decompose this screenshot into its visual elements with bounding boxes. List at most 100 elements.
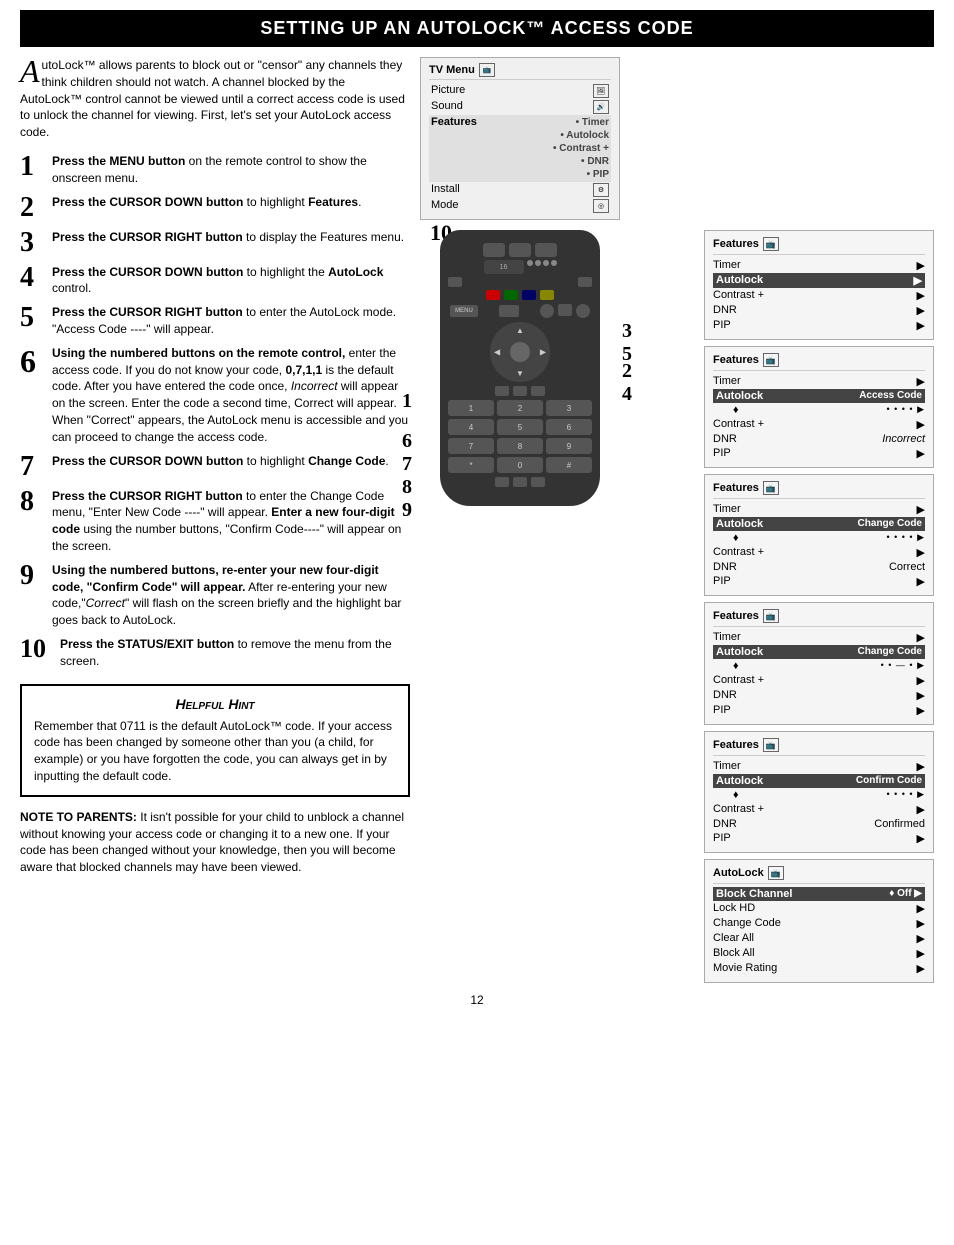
- remote-step-35: 35: [622, 320, 632, 366]
- tv-menu-area: TV Menu 📺 Picture 🖼 Sound 🔊 Features • T…: [420, 57, 934, 225]
- intro-text: A utoLock™ allows parents to block out o…: [20, 57, 410, 141]
- note-text: NOTE TO PARENTS: It isn't possible for y…: [20, 809, 410, 876]
- hint-title: Helpful Hint: [34, 696, 396, 712]
- panel-3-row-timer: Timer▶: [713, 502, 925, 517]
- remote-display: 16: [484, 260, 524, 274]
- remote-color-btns: [448, 290, 592, 300]
- panel-5-row-pip: PIP▶: [713, 831, 925, 846]
- panel-4-icon: 📺: [763, 609, 779, 623]
- bottom-btn-3: [531, 477, 545, 487]
- btn-green: [504, 290, 518, 300]
- bottom-btn-1: [495, 477, 509, 487]
- panel-2-row-timer: Timer▶: [713, 374, 925, 389]
- panel-6-row-movierating: Movie Rating▶: [713, 961, 925, 976]
- step-1: 1 Press the MENU button on the remote co…: [20, 153, 410, 187]
- panel-5-row-timer: Timer▶: [713, 759, 925, 774]
- vol-down: [576, 304, 590, 318]
- tv-row-sound: Sound 🔊: [429, 99, 611, 115]
- tv-row-picture: Picture 🖼: [429, 83, 611, 99]
- remote-step-6789: 6789: [402, 430, 412, 522]
- remote-wrapper: 1 0 16: [420, 230, 620, 506]
- panel-2-icon: 📺: [763, 353, 779, 367]
- step-text-9: Using the numbered buttons, re-enter you…: [52, 562, 410, 629]
- vol-up: [540, 304, 554, 318]
- tv-row-mode: Mode ◎: [429, 198, 611, 214]
- step-text-3: Press the CURSOR RIGHT button to display…: [52, 229, 410, 246]
- step-text-5: Press the CURSOR RIGHT button to enter t…: [52, 304, 410, 338]
- step-7: 7 Press the CURSOR DOWN button to highli…: [20, 453, 410, 481]
- btn-blue: [522, 290, 536, 300]
- nav-down: ▼: [516, 369, 524, 378]
- panel-6-title: AutoLock 📺: [713, 866, 925, 884]
- tv-menu-label: TV Menu: [429, 64, 475, 76]
- page-num-value: 12: [470, 993, 483, 1007]
- panel-features-1: Features 📺 Timer▶ Autolock▶ Contrast +▶ …: [704, 230, 934, 340]
- num-7: 7: [448, 438, 494, 454]
- mode-icon: ◎: [593, 199, 609, 213]
- step-num-3: 3: [20, 229, 52, 257]
- panel-2-row-autolock: Autolock Access Code: [713, 389, 925, 403]
- tv-row-install: Install ⚙: [429, 182, 611, 198]
- hint-box: Helpful Hint Remember that 0711 is the d…: [20, 684, 410, 797]
- step-4: 4 Press the CURSOR DOWN button to highli…: [20, 264, 410, 298]
- page-title: Setting Up an AutoLock™ Access Code: [20, 10, 934, 47]
- remote-menu-row: MENU: [450, 304, 590, 318]
- btn-yellow: [540, 290, 554, 300]
- step-text-4: Press the CURSOR DOWN button to highligh…: [52, 264, 410, 298]
- panel-3-row-code: ♦ • • • • ▶: [713, 531, 925, 545]
- panel-3-row-autolock: Autolock Change Code: [713, 517, 925, 531]
- panel-5-row-autolock: Autolock Confirm Code: [713, 774, 925, 788]
- remote-btn-3: [535, 243, 557, 257]
- panel-4-title: Features 📺: [713, 609, 925, 627]
- step-text-6: Using the numbered buttons on the remote…: [52, 345, 410, 446]
- step-num-1: 1: [20, 153, 52, 181]
- remote-bottom-btns: [448, 477, 592, 487]
- step-num-4: 4: [20, 264, 52, 292]
- panel-3-row-contrast: Contrast +▶: [713, 545, 925, 560]
- panel-6-row-clearall: Clear All▶: [713, 931, 925, 946]
- step-num-8: 8: [20, 488, 52, 516]
- steps-container: 1 Press the MENU button on the remote co…: [20, 153, 410, 670]
- dot2: [535, 260, 541, 266]
- panel-features-4: Features 📺 Timer▶ Autolock Change Code ♦…: [704, 602, 934, 725]
- install-icon: ⚙: [593, 183, 609, 197]
- num-4: 4: [448, 419, 494, 435]
- vol-btns: [540, 304, 590, 318]
- tv-menu-box: TV Menu 📺 Picture 🖼 Sound 🔊 Features • T…: [420, 57, 620, 220]
- step-10: 10 Press the STATUS/EXIT button to remov…: [20, 636, 410, 670]
- remote-numpad: 1 2 3 4 5 6 7 8 9 * 0 #: [448, 400, 592, 473]
- dot4: [551, 260, 557, 266]
- panel-4-row-pip: PIP▶: [713, 703, 925, 718]
- step-text-7: Press the CURSOR DOWN button to highligh…: [52, 453, 410, 470]
- picture-icon: 🖼: [593, 84, 609, 98]
- nav-left: ◀: [494, 348, 500, 357]
- step-8: 8 Press the CURSOR RIGHT button to enter…: [20, 488, 410, 555]
- right-column: TV Menu 📺 Picture 🖼 Sound 🔊 Features • T…: [420, 57, 934, 983]
- step-num-6: 6: [20, 345, 52, 377]
- remote-nav: ▲ ▼ ◀ ▶: [490, 322, 550, 382]
- panel-features-5: Features 📺 Timer▶ Autolock Confirm Code …: [704, 731, 934, 853]
- step-num-10: 10: [20, 636, 60, 662]
- panel-2-title: Features 📺: [713, 353, 925, 371]
- ok-btn: [499, 305, 519, 317]
- panel-5-row-contrast: Contrast +▶: [713, 802, 925, 817]
- num-9: 9: [546, 438, 592, 454]
- panel-5-row-code: ♦ • • • • ▶: [713, 788, 925, 802]
- panel-1-row-dnr: DNR▶: [713, 303, 925, 318]
- step-num-5: 5: [20, 304, 52, 332]
- extra-btn-3: [531, 386, 545, 396]
- remote-right-btn: [578, 277, 592, 287]
- tv-menu-title: TV Menu 📺: [429, 63, 611, 80]
- step-text-10: Press the STATUS/EXIT button to remove t…: [60, 636, 410, 670]
- panel-5-title: Features 📺: [713, 738, 925, 756]
- num-3: 3: [546, 400, 592, 416]
- panel-1-row-contrast: Contrast +▶: [713, 288, 925, 303]
- panel-1-row-timer: Timer▶: [713, 258, 925, 273]
- num-1: 1: [448, 400, 494, 416]
- remote-step-1: 1: [402, 390, 412, 413]
- panel-1-row-autolock: Autolock▶: [713, 273, 925, 288]
- panel-4-row-contrast: Contrast +▶: [713, 673, 925, 688]
- num-0: 0: [497, 457, 543, 473]
- nav-center: [510, 342, 530, 362]
- hint-text: Remember that 0711 is the default AutoLo…: [34, 718, 396, 785]
